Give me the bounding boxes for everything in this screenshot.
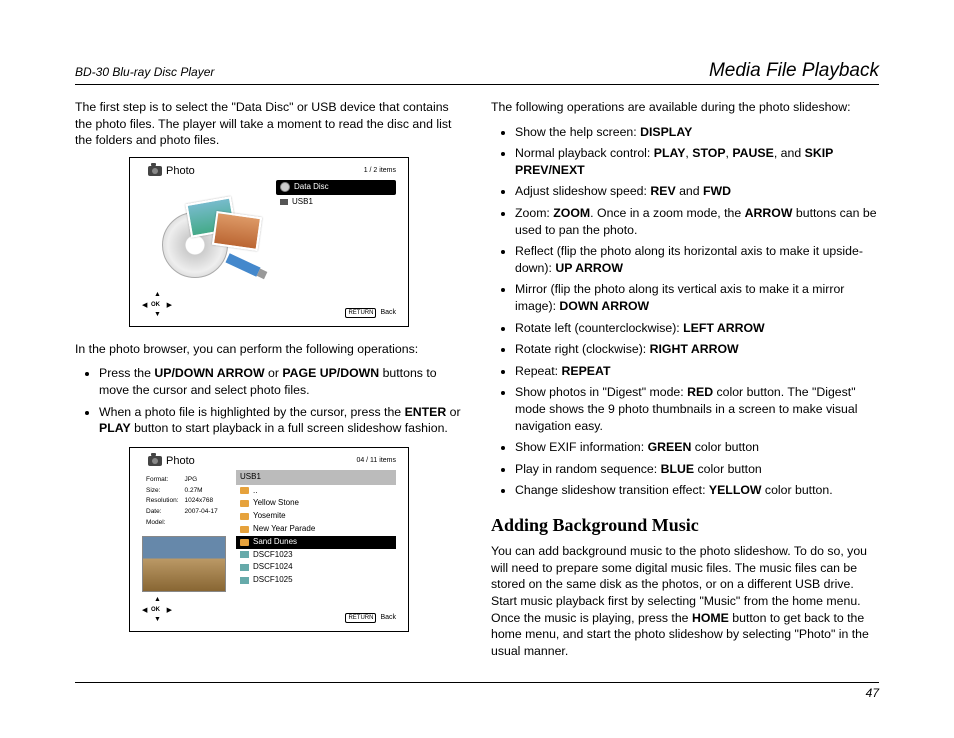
- list-item: Zoom: ZOOM. Once in a zoom mode, the ARR…: [515, 205, 879, 238]
- folder-icon: [240, 526, 249, 533]
- list-item: Show EXIF information: GREEN color butto…: [515, 439, 879, 456]
- list-item: Show photos in "Digest" mode: RED color …: [515, 384, 879, 434]
- header-left: BD-30 Blu-ray Disc Player: [75, 65, 214, 79]
- list-item: Show the help screen: DISPLAY: [515, 124, 879, 141]
- page-number: 47: [866, 686, 879, 700]
- list-item: Rotate left (counterclockwise): LEFT ARR…: [515, 320, 879, 337]
- list-item[interactable]: Yellow Stone: [236, 497, 396, 510]
- image-icon: [240, 564, 249, 571]
- list-item[interactable]: New Year Parade: [236, 523, 396, 536]
- browser-ops-list: Press the UP/DOWN ARROW or PAGE UP/DOWN …: [75, 365, 463, 436]
- page-footer: 47: [75, 682, 879, 700]
- header-right: Media File Playback: [709, 60, 879, 82]
- photo-thumbnail: [142, 536, 226, 592]
- left-column: The first step is to select the "Data Di…: [75, 99, 463, 667]
- list-item[interactable]: Sand Dunes: [236, 536, 396, 549]
- bg-music-para: You can add background music to the phot…: [491, 543, 879, 659]
- shot2-title: Photo: [166, 454, 195, 469]
- list-item[interactable]: DSCF1024: [236, 561, 396, 574]
- slideshow-ops-list: Show the help screen: DISPLAY Normal play…: [491, 124, 879, 499]
- list-item[interactable]: ..: [236, 485, 396, 498]
- list-item[interactable]: USB1: [276, 195, 396, 210]
- list-item: Reflect (flip the photo along its horizo…: [515, 243, 879, 276]
- shot1-title: Photo: [166, 164, 195, 179]
- disc-icon: [280, 182, 290, 192]
- camera-icon: [148, 456, 162, 466]
- list-item[interactable]: DSCF1025: [236, 574, 396, 587]
- folder-icon: [240, 513, 249, 520]
- return-hint: RETURN Back: [345, 308, 396, 318]
- return-hint: RETURN Back: [345, 613, 396, 623]
- ops-intro: The following operations are available d…: [491, 99, 879, 116]
- nav-pad-icon: ▲▼ ◀▶ OK: [144, 292, 170, 318]
- folder-icon: [240, 539, 249, 546]
- list-item: When a photo file is highlighted by the …: [99, 404, 463, 437]
- folder-icon: [240, 487, 249, 494]
- list-item: Repeat: REPEAT: [515, 363, 879, 380]
- list-item: Press the UP/DOWN ARROW or PAGE UP/DOWN …: [99, 365, 463, 398]
- image-icon: [240, 577, 249, 584]
- screenshot-source-select: Photo 1 / 2 items Data Disc: [129, 157, 409, 327]
- photo-meta-panel: Format:JPGSize:0.27MResolution:1024x768D…: [142, 474, 228, 592]
- list-item: Adjust slideshow speed: REV and FWD: [515, 183, 879, 200]
- shot1-count: 1 / 2 items: [364, 166, 396, 175]
- list-item: Change slideshow transition effect: YELL…: [515, 482, 879, 499]
- nav-pad-icon: ▲▼ ◀▶ OK: [144, 597, 170, 623]
- right-column: The following operations are available d…: [491, 99, 879, 667]
- usb-icon: [280, 199, 288, 205]
- list-item[interactable]: DSCF1023: [236, 549, 396, 562]
- list-item[interactable]: Yosemite: [236, 510, 396, 523]
- intro-para: The first step is to select the "Data Di…: [75, 99, 463, 149]
- list-item: Rotate right (clockwise): RIGHT ARROW: [515, 341, 879, 358]
- file-list-header: USB1: [236, 470, 396, 485]
- source-list: Data Disc USB1: [276, 180, 396, 210]
- browser-intro: In the photo browser, you can perform th…: [75, 341, 463, 358]
- list-item: Play in random sequence: BLUE color butt…: [515, 461, 879, 478]
- page-header: BD-30 Blu-ray Disc Player Media File Pla…: [75, 60, 879, 85]
- file-list: USB1 ..Yellow StoneYosemiteNew Year Para…: [236, 470, 396, 587]
- folder-icon: [240, 500, 249, 507]
- media-artwork: [154, 194, 264, 282]
- camera-icon: [148, 166, 162, 176]
- list-item: Mirror (flip the photo along its vertica…: [515, 281, 879, 314]
- shot2-count: 04 / 11 items: [356, 456, 396, 465]
- section-heading-bg-music: Adding Background Music: [491, 513, 879, 537]
- image-icon: [240, 551, 249, 558]
- list-item: Normal playback control: PLAY, STOP, PAU…: [515, 145, 879, 178]
- screenshot-photo-browser: Photo 04 / 11 items Format:JPGSize:0.27M…: [129, 447, 409, 632]
- list-item[interactable]: Data Disc: [276, 180, 396, 195]
